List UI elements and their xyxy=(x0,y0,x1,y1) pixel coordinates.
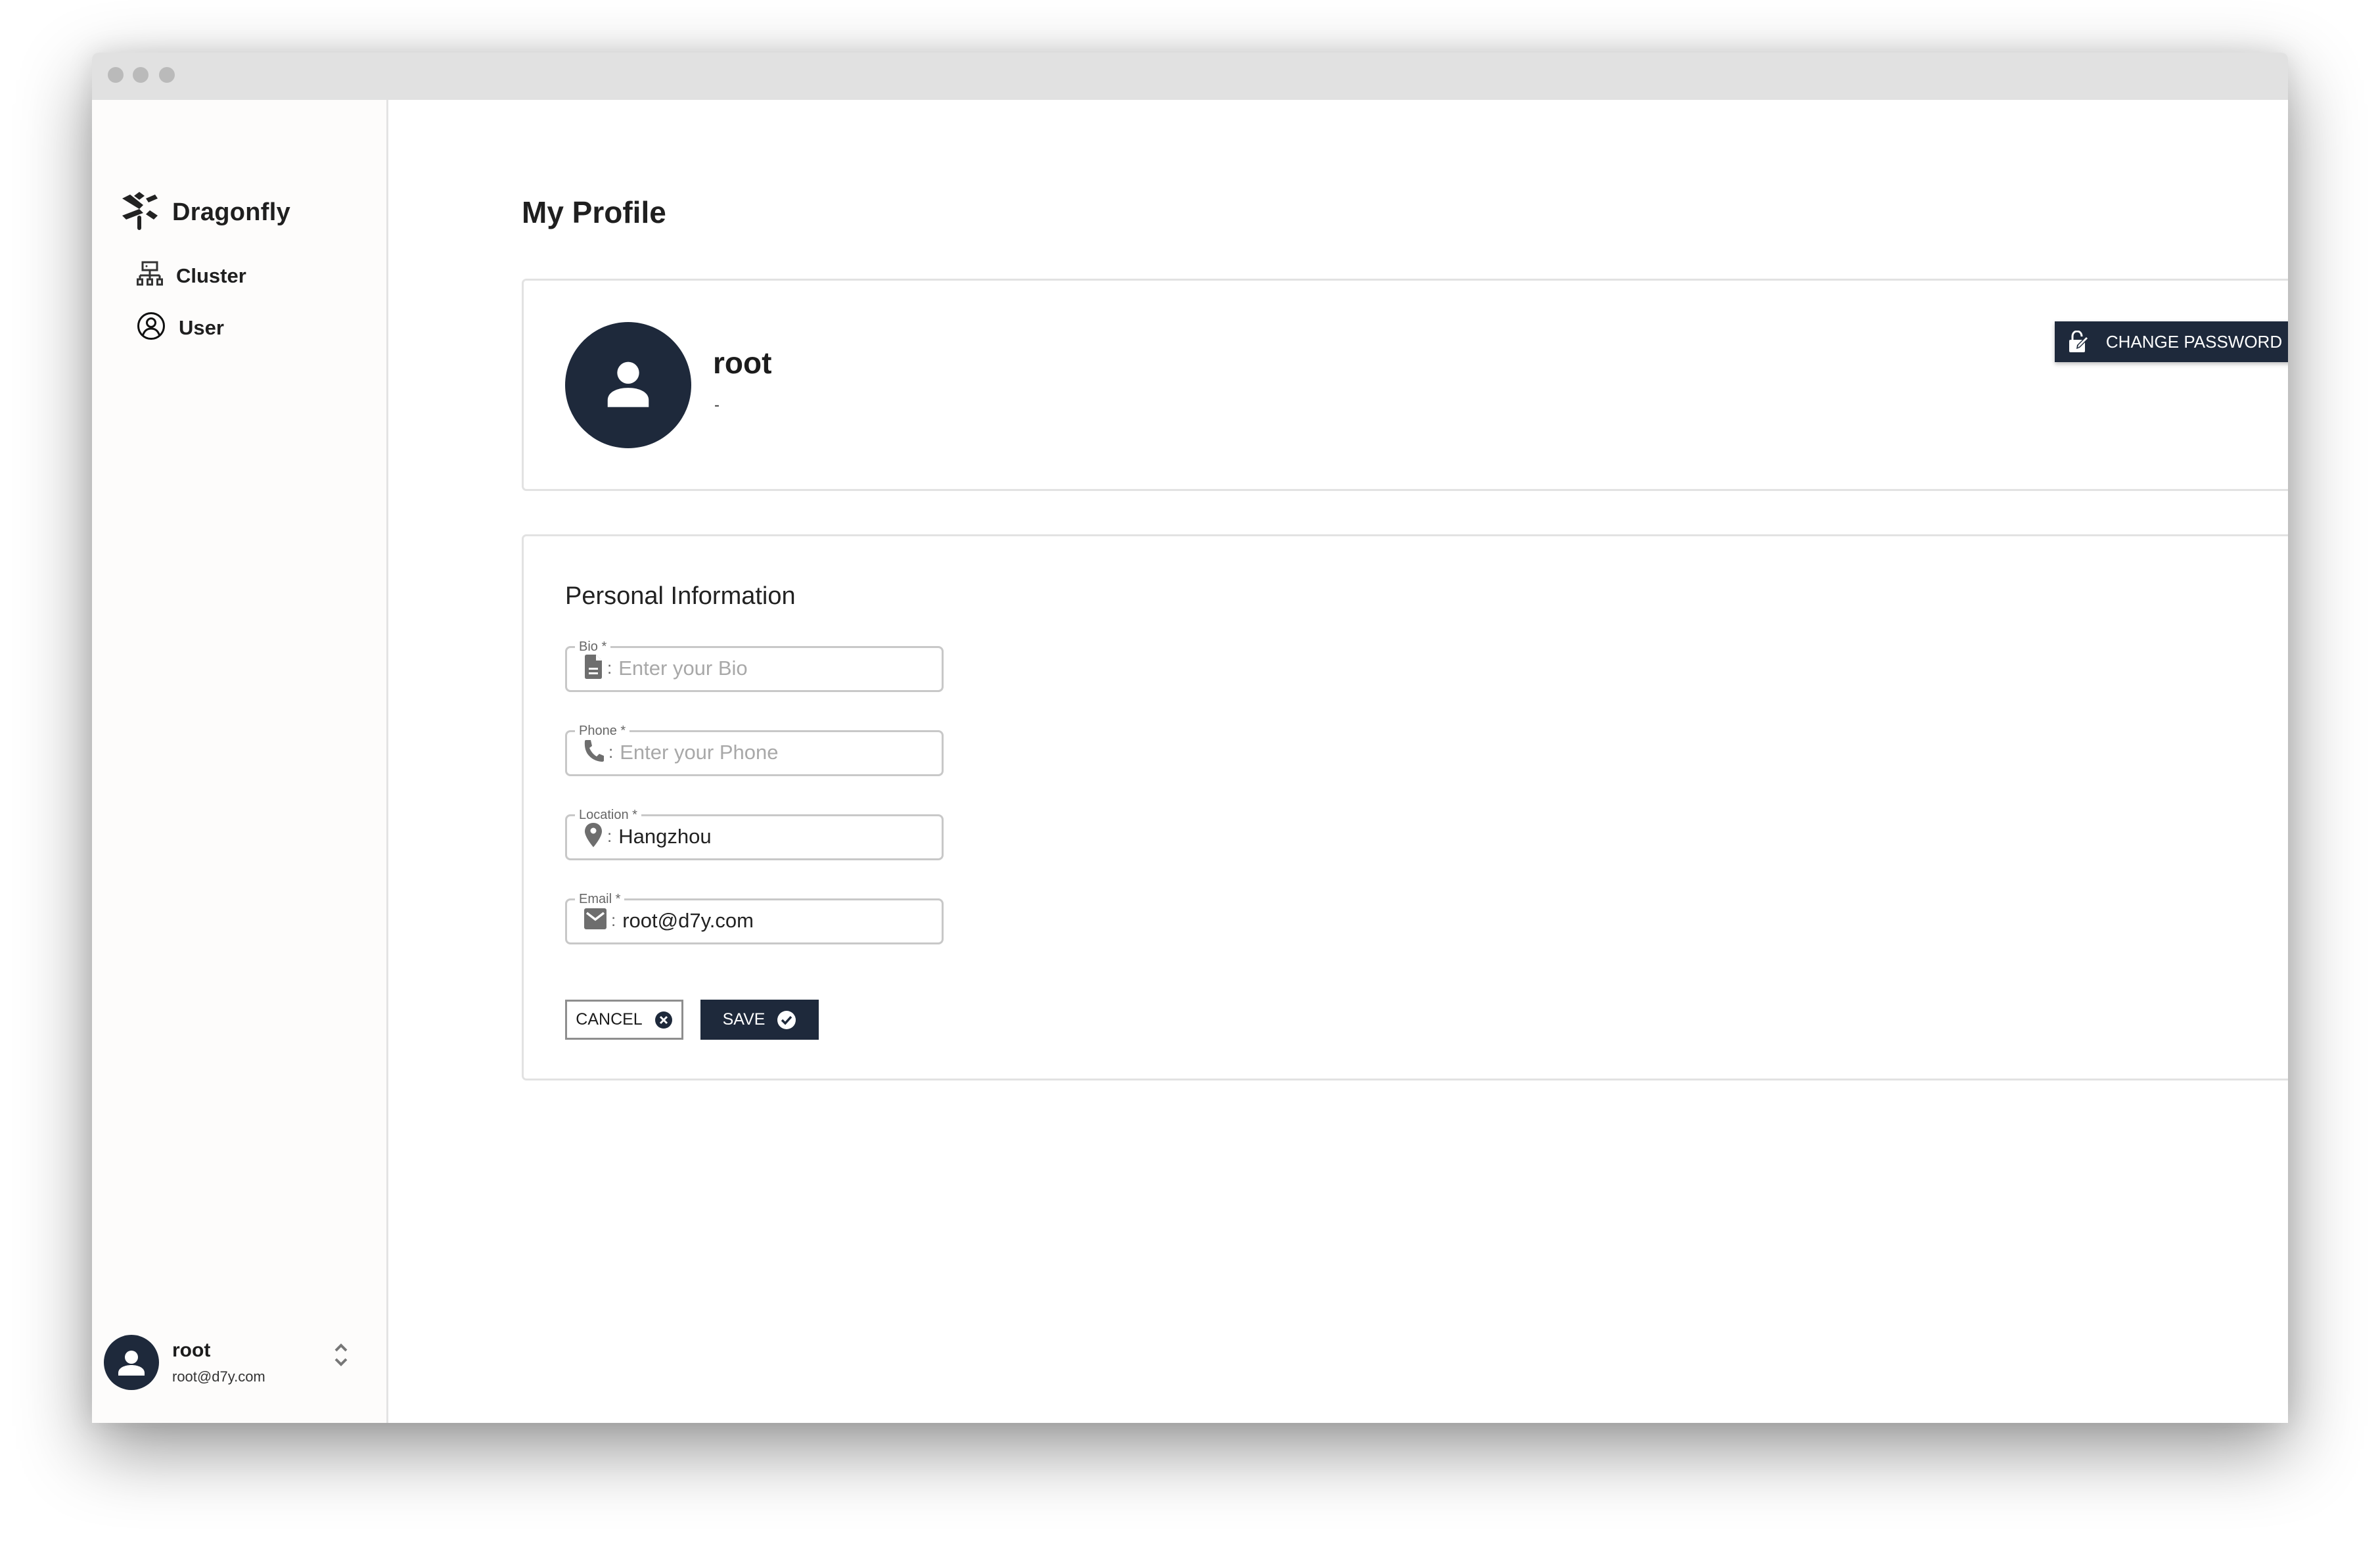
profile-card: root - CHANGE PASSWORD xyxy=(522,279,2288,491)
page-title: My Profile xyxy=(522,195,666,229)
email-icon xyxy=(584,908,607,933)
email-field[interactable]: Email * : xyxy=(565,893,944,944)
cancel-label: CANCEL xyxy=(576,1010,643,1029)
window-minimize-button[interactable] xyxy=(133,67,149,83)
location-pin-icon xyxy=(584,822,603,851)
app-window: Dragonfly Cluster User root root@d7y.com… xyxy=(92,53,2288,1423)
cluster-icon xyxy=(137,261,163,290)
account-email: root@d7y.com xyxy=(172,1368,265,1385)
person-icon xyxy=(118,1351,145,1376)
location-input[interactable] xyxy=(618,824,933,848)
phone-icon xyxy=(584,739,605,766)
email-input[interactable] xyxy=(622,908,933,933)
main-content: My Profile root - CHANGE PASSWORD Person… xyxy=(388,100,2288,1423)
sidebar-item-label: Cluster xyxy=(176,264,246,287)
cancel-button[interactable]: CANCEL xyxy=(565,1000,683,1040)
bio-input[interactable] xyxy=(618,656,933,680)
sidebar-item-cluster[interactable]: Cluster xyxy=(137,261,246,290)
chevron-up-down-icon[interactable] xyxy=(334,1342,348,1372)
profile-subtitle: - xyxy=(714,396,720,414)
account-name: root xyxy=(172,1339,211,1361)
sidebar: Dragonfly Cluster User root root@d7y.com xyxy=(92,100,388,1423)
save-label: SAVE xyxy=(722,1010,766,1029)
account-menu[interactable]: root root@d7y.com xyxy=(104,1333,367,1392)
window-close-button[interactable] xyxy=(108,67,124,83)
profile-name: root xyxy=(713,346,772,380)
window-titlebar xyxy=(92,53,2288,100)
check-circle-icon xyxy=(777,1010,796,1030)
change-password-label: CHANGE PASSWORD xyxy=(2105,331,2283,352)
profile-avatar xyxy=(565,322,691,448)
change-password-button[interactable]: CHANGE PASSWORD xyxy=(2055,321,2288,362)
dragonfly-logo-icon xyxy=(121,192,158,233)
window-maximize-button[interactable] xyxy=(159,67,175,83)
lock-edit-icon xyxy=(2068,331,2090,353)
phone-field[interactable]: Phone * : xyxy=(565,724,944,776)
section-title: Personal Information xyxy=(565,582,796,610)
bio-field[interactable]: Bio * : xyxy=(565,640,944,692)
brand-logo[interactable]: Dragonfly xyxy=(121,192,290,233)
sidebar-item-user[interactable]: User xyxy=(137,312,224,344)
close-circle-icon xyxy=(654,1011,673,1029)
sidebar-item-label: User xyxy=(179,315,224,339)
personal-information-card: Personal Information Bio * : Phone * xyxy=(522,534,2288,1080)
location-field[interactable]: Location * : xyxy=(565,808,944,860)
brand-name: Dragonfly xyxy=(172,198,291,226)
person-icon xyxy=(607,361,649,407)
phone-input[interactable] xyxy=(620,740,933,764)
document-icon xyxy=(584,653,603,683)
avatar xyxy=(104,1335,159,1390)
save-button[interactable]: SAVE xyxy=(700,1000,819,1040)
user-circle-icon xyxy=(137,312,166,344)
